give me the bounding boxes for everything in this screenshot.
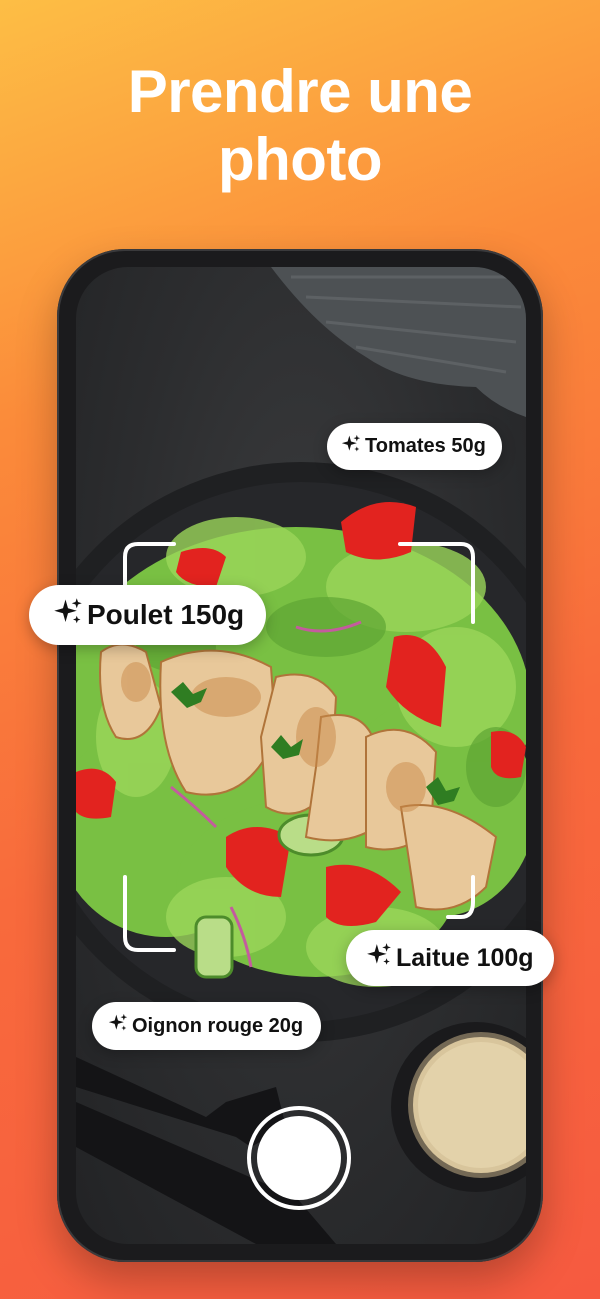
ingredient-tag-poulet: Poulet 150g — [29, 585, 267, 645]
tag-label: Tomates 50g — [365, 435, 486, 457]
sparkles-icon — [108, 1013, 128, 1039]
napkin — [271, 267, 526, 417]
camera-viewfinder — [76, 267, 526, 1244]
shutter-button[interactable] — [247, 1106, 351, 1210]
food-photo — [76, 267, 526, 1244]
headline-line-2: photo — [217, 126, 383, 193]
sparkles-icon — [341, 434, 361, 460]
shutter-inner[interactable] — [257, 1116, 341, 1200]
tag-label: Poulet 150g — [87, 599, 245, 630]
headline-line-1: Prendre une — [127, 58, 473, 125]
tag-label: Oignon rouge 20g — [132, 1014, 304, 1037]
sesame-bowl — [391, 1022, 526, 1192]
sparkles-icon — [53, 597, 83, 634]
page-headline: Prendre une photo — [0, 58, 600, 194]
ingredient-tag-tomates: Tomates 50g — [327, 423, 502, 470]
tag-label: Laitue 100g — [396, 943, 534, 972]
ingredient-tag-laitue: Laitue 100g — [346, 930, 554, 986]
ingredient-tag-oignon: Oignon rouge 20g — [92, 1002, 322, 1050]
sparkles-icon — [366, 942, 392, 975]
